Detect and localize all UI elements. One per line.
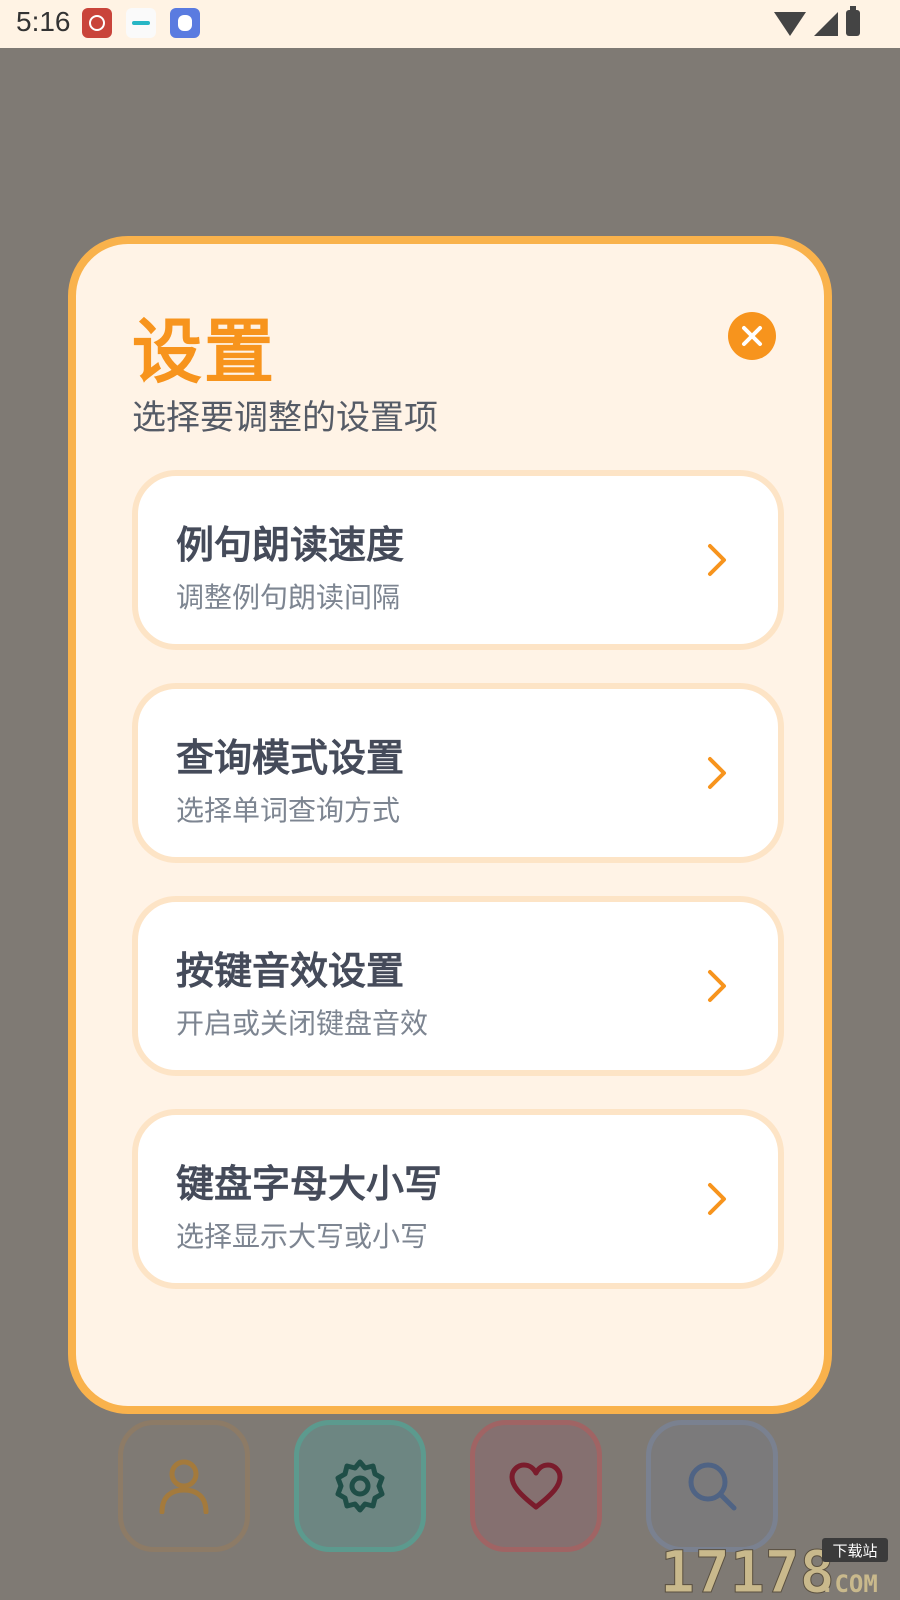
search-icon [688,1462,737,1511]
chevron-right-icon [708,544,726,576]
option-title: 例句朗读速度 [176,523,405,567]
watermark-suffix: .COM [820,1570,878,1596]
status-time: 5:16 [16,6,71,37]
nav-settings-button[interactable] [294,1420,426,1552]
notification-app-icon [82,8,112,38]
status-indicators [774,6,860,36]
user-icon [159,1459,209,1514]
option-title: 查询模式设置 [176,736,405,780]
close-icon [742,326,762,346]
battery-icon [846,6,860,36]
option-reading-speed[interactable]: 例句朗读速度 调整例句朗读间隔 [132,470,784,650]
option-description: 调整例句朗读间隔 [176,581,401,614]
signal-icon [814,12,838,36]
option-query-mode[interactable]: 查询模式设置 选择单词查询方式 [132,683,784,863]
chevron-right-icon [708,757,726,789]
dialog-title: 设置 [132,311,276,393]
watermark-number: 17178 [660,1538,835,1596]
option-title: 按键音效设置 [176,949,405,993]
notification-app-icon [126,8,156,38]
heart-icon [509,1462,563,1510]
chevron-right-icon [708,970,726,1002]
nav-favorite-button[interactable] [470,1420,602,1552]
settings-dialog: 设置 选择要调整的设置项 例句朗读速度 调整例句朗读间隔 查询模式设置 选择单词… [68,236,832,1414]
wifi-icon [774,12,806,36]
dialog-subtitle: 选择要调整的设置项 [132,398,438,438]
gear-icon [335,1459,385,1513]
option-key-sound[interactable]: 按键音效设置 开启或关闭键盘音效 [132,896,784,1076]
notification-app-icon [170,8,200,38]
option-title: 键盘字母大小写 [176,1162,443,1206]
chevron-right-icon [708,1183,726,1215]
option-description: 选择显示大写或小写 [176,1220,429,1253]
nav-search-button[interactable] [646,1420,778,1552]
status-bar: 5:16 [0,0,900,48]
watermark-tag: 下载站 [832,1542,877,1560]
option-letter-case[interactable]: 键盘字母大小写 选择显示大写或小写 [132,1109,784,1289]
close-button[interactable] [728,312,776,360]
option-description: 选择单词查询方式 [176,794,401,827]
watermark-logo: 17178 下载站 .COM [660,1534,890,1600]
nav-user-button[interactable] [118,1420,250,1552]
option-description: 开启或关闭键盘音效 [176,1007,429,1040]
